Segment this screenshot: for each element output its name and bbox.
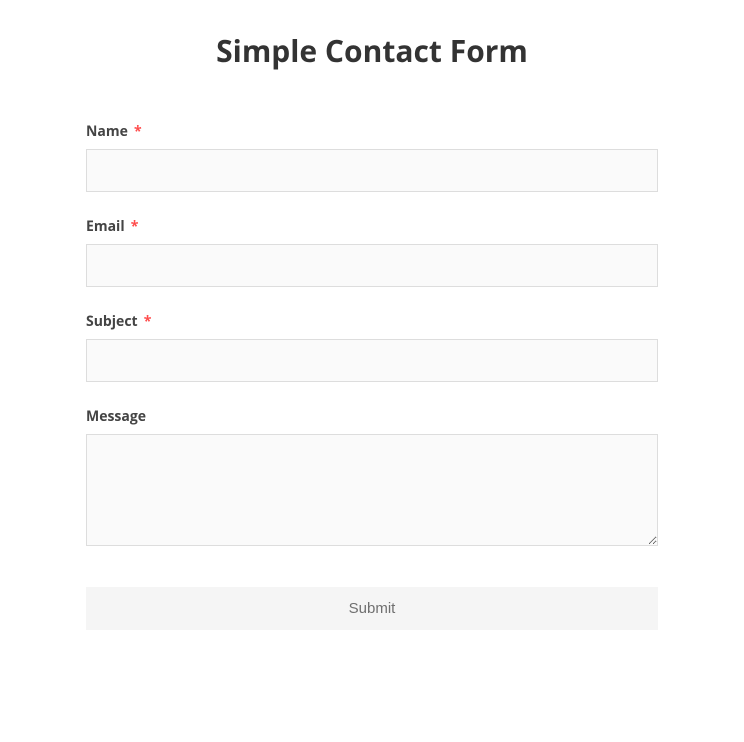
message-label: Message: [86, 407, 146, 426]
name-required-marker: *: [134, 122, 142, 141]
name-input[interactable]: [86, 149, 658, 192]
contact-form-container: Simple Contact Form Name * Email * Subje…: [0, 0, 744, 660]
email-required-marker: *: [131, 217, 139, 236]
subject-field-group: Subject *: [86, 309, 658, 382]
email-label-row: Email *: [86, 214, 658, 236]
name-label-row: Name *: [86, 119, 658, 141]
name-label: Name: [86, 122, 128, 141]
subject-label: Subject: [86, 312, 138, 331]
message-textarea[interactable]: [86, 434, 658, 546]
subject-input[interactable]: [86, 339, 658, 382]
message-label-row: Message: [86, 404, 658, 426]
subject-label-row: Subject *: [86, 309, 658, 331]
message-field-group: Message: [86, 404, 658, 551]
name-field-group: Name *: [86, 119, 658, 192]
contact-form: Name * Email * Subject * Message: [86, 119, 658, 630]
subject-required-marker: *: [144, 312, 152, 331]
email-field-group: Email *: [86, 214, 658, 287]
page-title: Simple Contact Form: [86, 30, 658, 71]
submit-button[interactable]: Submit: [86, 587, 658, 630]
email-input[interactable]: [86, 244, 658, 287]
email-label: Email: [86, 217, 125, 236]
